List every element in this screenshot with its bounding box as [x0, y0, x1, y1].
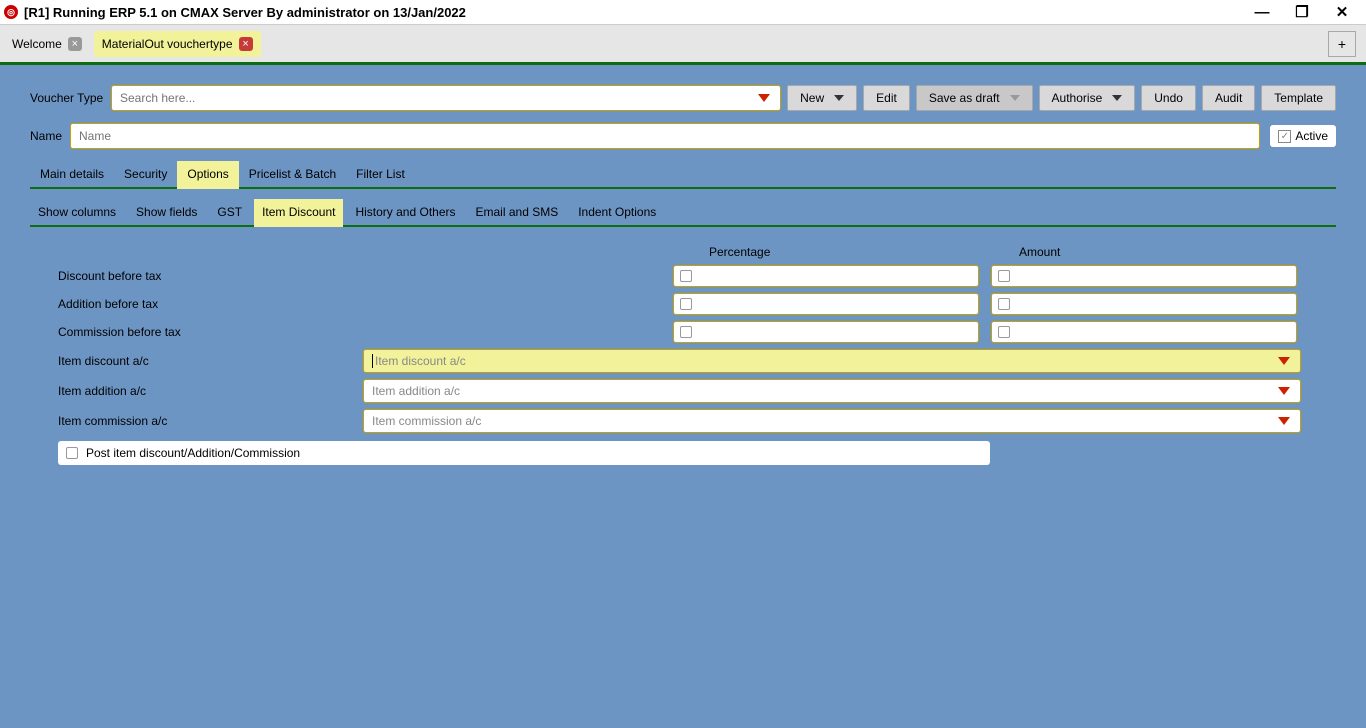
- percentage-header: Percentage: [673, 245, 983, 259]
- placeholder: Item discount a/c: [375, 354, 466, 368]
- discount-percentage-checkbox[interactable]: [673, 265, 979, 287]
- tab-indent-options[interactable]: Indent Options: [570, 199, 664, 225]
- checkbox-icon: [680, 298, 692, 310]
- save-draft-button[interactable]: Save as draft: [916, 85, 1033, 111]
- checkbox-icon: [998, 298, 1010, 310]
- chevron-down-icon: [1278, 387, 1290, 395]
- addition-percentage-checkbox[interactable]: [673, 293, 979, 315]
- section-tabs: Main details Security Options Pricelist …: [30, 161, 1336, 189]
- commission-percentage-checkbox[interactable]: [673, 321, 979, 343]
- active-label: Active: [1295, 129, 1328, 143]
- item-commission-ac-select[interactable]: Item commission a/c: [363, 409, 1301, 433]
- chevron-down-icon: [1278, 417, 1290, 425]
- tab-welcome-label: Welcome: [12, 37, 62, 51]
- tab-email-sms[interactable]: Email and SMS: [468, 199, 567, 225]
- checkbox-icon: [680, 270, 692, 282]
- active-checkbox[interactable]: ✓ Active: [1270, 125, 1336, 147]
- tab-main-details[interactable]: Main details: [30, 161, 114, 187]
- undo-button[interactable]: Undo: [1141, 85, 1196, 111]
- template-button[interactable]: Template: [1261, 85, 1336, 111]
- edit-button[interactable]: Edit: [863, 85, 910, 111]
- addition-amount-checkbox[interactable]: [991, 293, 1297, 315]
- tab-welcome[interactable]: Welcome ×: [4, 31, 90, 57]
- authorise-button[interactable]: Authorise: [1039, 85, 1136, 111]
- amount-header: Amount: [983, 245, 1293, 259]
- tab-security[interactable]: Security: [114, 161, 177, 187]
- item-discount-ac-select[interactable]: Item discount a/c: [363, 349, 1301, 373]
- text-cursor-icon: [372, 354, 373, 368]
- chevron-down-icon: [1010, 95, 1020, 101]
- addition-before-tax-label: Addition before tax: [58, 297, 363, 311]
- tab-show-fields[interactable]: Show fields: [128, 199, 205, 225]
- voucher-type-label: Voucher Type: [30, 91, 105, 105]
- tab-filter-list[interactable]: Filter List: [346, 161, 415, 187]
- tab-pricelist[interactable]: Pricelist & Batch: [239, 161, 346, 187]
- item-discount-form: Percentage Amount Discount before tax Ad…: [30, 245, 1336, 465]
- title-bar: ◎ [R1] Running ERP 5.1 on CMAX Server By…: [0, 0, 1366, 24]
- main-panel: Voucher Type New Edit Save as draft Auth…: [0, 65, 1366, 728]
- new-label: New: [800, 91, 824, 105]
- name-label: Name: [30, 129, 70, 143]
- add-tab-button[interactable]: +: [1328, 31, 1356, 57]
- document-tabs: Welcome × MaterialOut vouchertype × +: [0, 24, 1366, 62]
- checkbox-icon: [998, 270, 1010, 282]
- tab-item-discount[interactable]: Item Discount: [254, 199, 343, 227]
- options-inner-tabs: Show columns Show fields GST Item Discou…: [30, 199, 1336, 227]
- template-label: Template: [1274, 91, 1323, 105]
- checkbox-icon: [680, 326, 692, 338]
- maximize-button[interactable]: ❐: [1282, 0, 1322, 24]
- item-addition-ac-select[interactable]: Item addition a/c: [363, 379, 1301, 403]
- voucher-type-search[interactable]: [111, 85, 781, 111]
- audit-label: Audit: [1215, 91, 1242, 105]
- item-discount-ac-label: Item discount a/c: [58, 354, 363, 368]
- tab-materialout[interactable]: MaterialOut vouchertype ×: [94, 31, 261, 57]
- name-input[interactable]: [70, 123, 1260, 149]
- search-input[interactable]: [120, 91, 772, 105]
- new-button[interactable]: New: [787, 85, 857, 111]
- close-icon[interactable]: ×: [239, 37, 253, 51]
- tab-history[interactable]: History and Others: [347, 199, 463, 225]
- audit-button[interactable]: Audit: [1202, 85, 1255, 111]
- minimize-button[interactable]: —: [1242, 0, 1282, 24]
- window-title: [R1] Running ERP 5.1 on CMAX Server By a…: [24, 5, 466, 20]
- chevron-down-icon: [1112, 95, 1122, 101]
- chevron-down-icon: [1278, 357, 1290, 365]
- edit-label: Edit: [876, 91, 897, 105]
- item-commission-ac-label: Item commission a/c: [58, 414, 363, 428]
- close-icon[interactable]: ×: [68, 37, 82, 51]
- chevron-down-icon: [834, 95, 844, 101]
- plus-icon: +: [1338, 36, 1346, 52]
- discount-before-tax-label: Discount before tax: [58, 269, 363, 283]
- authorise-label: Authorise: [1052, 91, 1103, 105]
- post-item-label: Post item discount/Addition/Commission: [86, 446, 300, 460]
- close-button[interactable]: ✕: [1322, 0, 1362, 24]
- commission-amount-checkbox[interactable]: [991, 321, 1297, 343]
- item-addition-ac-label: Item addition a/c: [58, 384, 363, 398]
- tab-materialout-label: MaterialOut vouchertype: [102, 37, 233, 51]
- undo-label: Undo: [1154, 91, 1183, 105]
- chevron-down-icon: [758, 94, 770, 102]
- checkbox-icon: [998, 326, 1010, 338]
- commission-before-tax-label: Commission before tax: [58, 325, 363, 339]
- discount-amount-checkbox[interactable]: [991, 265, 1297, 287]
- checkbox-icon: [66, 447, 78, 459]
- tab-show-columns[interactable]: Show columns: [30, 199, 124, 225]
- save-draft-label: Save as draft: [929, 91, 1000, 105]
- placeholder: Item commission a/c: [372, 414, 481, 428]
- placeholder: Item addition a/c: [372, 384, 460, 398]
- checkmark-icon: ✓: [1278, 130, 1291, 143]
- tab-options[interactable]: Options: [177, 161, 238, 189]
- app-icon: ◎: [4, 5, 18, 19]
- post-item-checkbox-row[interactable]: Post item discount/Addition/Commission: [58, 441, 990, 465]
- tab-gst[interactable]: GST: [209, 199, 250, 225]
